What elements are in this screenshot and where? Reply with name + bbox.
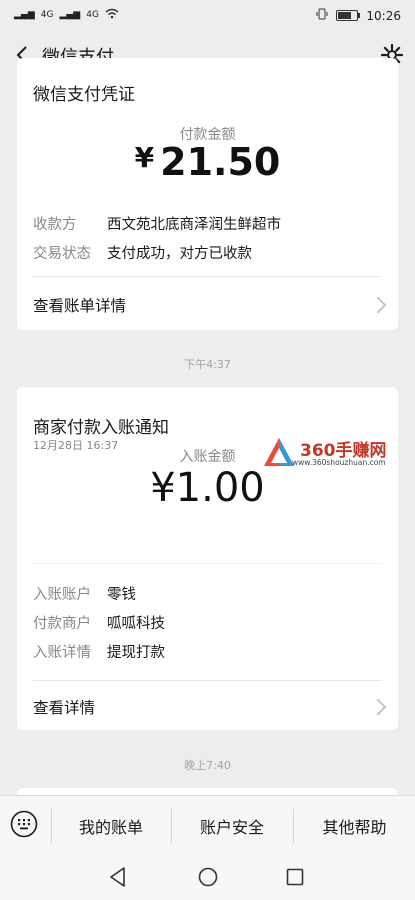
wifi-icon: [105, 8, 119, 22]
detail-row: 交易状态 支付成功，对方已收款: [33, 242, 252, 263]
detail-key: 入账账户: [33, 587, 91, 603]
detail-key: 交易状态: [33, 246, 91, 262]
timestamp-separator: 晚上7:40: [184, 759, 231, 772]
signal-icon: ▂▄▆: [14, 10, 35, 20]
timestamp-separator: 下午4:37: [184, 358, 231, 371]
recent-apps-icon[interactable]: [285, 867, 305, 891]
back-triangle-icon[interactable]: [108, 866, 128, 892]
card-title: 微信支付凭证: [33, 85, 135, 105]
detail-value: 西文苑北底商泽润生鲜超市: [107, 217, 281, 233]
detail-row: 收款方 西文苑北底商泽润生鲜超市: [33, 213, 281, 234]
amount-value: 21.50: [160, 140, 281, 184]
signal-label-1: 4G: [40, 10, 54, 20]
currency-symbol: ¥: [134, 141, 155, 174]
menu-account-security[interactable]: 账户安全: [172, 796, 292, 856]
home-circle-icon[interactable]: [197, 866, 219, 892]
detail-value: 呱呱科技: [107, 616, 165, 632]
detail-key: 收款方: [33, 217, 77, 233]
signal-icon-2: ▂▄▆: [59, 10, 81, 20]
watermark-url: www.360shouzhuan.com: [292, 458, 386, 467]
watermark-triangle-icon: [264, 438, 294, 466]
link-label: 查看账单详情: [33, 297, 127, 315]
detail-row: 付款商户 呱呱科技: [33, 612, 165, 633]
vibrate-icon: [316, 8, 328, 23]
watermark-logo: 360手赚网 www.360shouzhuan.com: [262, 436, 412, 470]
card-title: 商家付款入账通知: [33, 418, 169, 438]
detail-value: 提现打款: [107, 645, 165, 661]
menu-my-bills[interactable]: 我的账单: [52, 796, 170, 856]
status-time: 10:26: [366, 8, 401, 23]
credited-amount: ¥1.00: [150, 465, 265, 511]
detail-row: 入账详情 提现打款: [33, 641, 165, 662]
battery-icon: [336, 10, 361, 21]
detail-row: 入账账户 零钱: [33, 583, 136, 604]
menu-other-help[interactable]: 其他帮助: [294, 796, 415, 856]
link-label: 查看详情: [33, 699, 96, 717]
detail-value: 支付成功，对方已收款: [107, 246, 252, 262]
view-details-link[interactable]: 查看详情: [17, 681, 398, 729]
payment-amount: ¥21.50: [17, 140, 398, 184]
detail-key: 入账详情: [33, 645, 91, 661]
chevron-right-icon: [369, 698, 387, 716]
bottom-menu-bar: 我的账单 账户安全 其他帮助: [0, 795, 415, 856]
payment-receipt-card: 微信支付凭证 付款金额 ¥21.50 收款方 西文苑北底商泽润生鲜超市 交易状态…: [17, 58, 398, 330]
keyboard-icon[interactable]: [10, 810, 38, 838]
divider: [33, 563, 382, 564]
detail-key: 付款商户: [33, 616, 91, 632]
system-nav-bar: [0, 855, 415, 900]
detail-value: 零钱: [107, 587, 136, 603]
view-bill-details-link[interactable]: 查看账单详情: [17, 277, 398, 327]
signal-label-2: 4G: [86, 10, 99, 20]
chevron-right-icon: [369, 296, 387, 314]
status-bar: ▂▄▆ 4G ▂▄▆ 4G 10:26: [0, 0, 415, 30]
